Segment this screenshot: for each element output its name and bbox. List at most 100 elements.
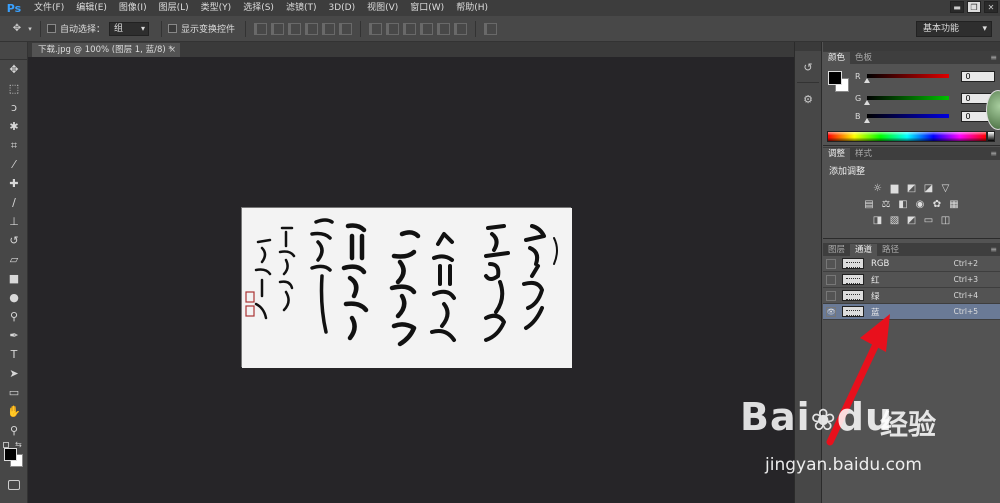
channel-mixer-icon[interactable]: ✿	[931, 198, 944, 210]
tool-preset-dropdown-icon[interactable]: ▾	[26, 21, 34, 37]
eraser-tool-icon[interactable]: ▱	[0, 250, 28, 269]
color-balance-icon[interactable]: ⚖	[880, 198, 893, 210]
distribute-top-button[interactable]	[369, 22, 383, 35]
lasso-tool-icon[interactable]: ↄ	[0, 98, 28, 117]
menu-item[interactable]: 文件(F)	[28, 0, 70, 16]
photo-filter-icon[interactable]: ◉	[914, 198, 927, 210]
tab-adjustments[interactable]: 调整	[823, 148, 851, 160]
visibility-toggle[interactable]	[826, 290, 836, 301]
magic-wand-tool-icon[interactable]: ✱	[0, 117, 28, 136]
document-tab[interactable]: 下载.jpg @ 100% (图层 1, 蓝/8) * ×	[32, 43, 180, 57]
channel-row[interactable]: 绿 Ctrl+4	[823, 288, 1000, 304]
slider-knob[interactable]	[863, 78, 870, 83]
align-top-button[interactable]	[254, 22, 268, 35]
tab-color[interactable]: 颜色	[823, 52, 851, 64]
menu-item[interactable]: 滤镜(T)	[280, 0, 323, 16]
auto-align-button[interactable]	[484, 22, 498, 35]
tab-paths[interactable]: 路径	[877, 244, 904, 256]
color-spectrum[interactable]	[827, 131, 987, 142]
black-white-icon[interactable]: ◧	[897, 198, 910, 210]
brush-tool-icon[interactable]: ∕	[0, 193, 28, 212]
visibility-toggle[interactable]	[826, 258, 836, 269]
move-tool-icon[interactable]: ✥	[8, 21, 26, 37]
hand-tool-icon[interactable]: ✋	[0, 402, 28, 421]
auto-select-checkbox[interactable]	[47, 24, 56, 33]
path-selection-tool-icon[interactable]: ➤	[0, 364, 28, 383]
properties-panel-icon[interactable]: ⚙	[797, 88, 819, 110]
brightness-contrast-icon[interactable]: ☼	[871, 182, 884, 194]
panels-grip[interactable]	[823, 42, 1000, 51]
menu-item[interactable]: 选择(S)	[237, 0, 280, 16]
menu-item[interactable]: 编辑(E)	[70, 0, 113, 16]
align-hcenter-button[interactable]	[322, 22, 336, 35]
tab-layers[interactable]: 图层	[823, 244, 850, 256]
align-left-button[interactable]	[305, 22, 319, 35]
type-tool-icon[interactable]: T	[0, 345, 28, 364]
panel-menu-icon[interactable]: ≡	[990, 245, 997, 254]
distribute-bottom-button[interactable]	[403, 22, 417, 35]
distribute-vcenter-button[interactable]	[386, 22, 400, 35]
slider-knob[interactable]	[863, 118, 870, 123]
distribute-hcenter-button[interactable]	[437, 22, 451, 35]
invert-icon[interactable]: ◨	[871, 214, 884, 226]
foreground-color-swatch[interactable]	[4, 448, 17, 461]
tools-panel-grip[interactable]	[0, 42, 27, 60]
panel-menu-icon[interactable]: ≡	[990, 149, 997, 158]
auto-select-dropdown[interactable]: 组	[109, 21, 150, 36]
move-tool-icon[interactable]: ✥	[0, 60, 28, 79]
threshold-icon[interactable]: ◩	[905, 214, 918, 226]
color-spectrum-bw[interactable]	[987, 131, 995, 142]
distribute-left-button[interactable]	[420, 22, 434, 35]
color-lookup-icon[interactable]: ▦	[948, 198, 961, 210]
menu-item[interactable]: 视图(V)	[361, 0, 404, 16]
distribute-right-button[interactable]	[454, 22, 468, 35]
menu-item[interactable]: 类型(Y)	[195, 0, 238, 16]
restore-button[interactable]: ❐	[967, 1, 981, 13]
channel-row[interactable]: 红 Ctrl+3	[823, 272, 1000, 288]
visibility-toggle[interactable]	[826, 274, 836, 285]
gradient-tool-icon[interactable]: ■	[0, 269, 28, 288]
clone-stamp-tool-icon[interactable]: ⊥	[0, 212, 28, 231]
slider-track-b[interactable]	[863, 114, 950, 123]
align-bottom-button[interactable]	[288, 22, 302, 35]
tab-swatches[interactable]: 色板	[850, 52, 877, 64]
slider-track-r[interactable]	[863, 74, 950, 83]
quick-mask-icon[interactable]	[7, 480, 20, 490]
blur-tool-icon[interactable]: ●	[0, 288, 28, 307]
gradient-map-icon[interactable]: ▭	[922, 214, 935, 226]
slider-value-r[interactable]: 0	[961, 70, 996, 82]
healing-brush-tool-icon[interactable]: ✚	[0, 174, 28, 193]
align-right-button[interactable]	[339, 22, 353, 35]
pen-tool-icon[interactable]: ✒	[0, 326, 28, 345]
marquee-tool-icon[interactable]: ⬚	[0, 79, 28, 98]
curves-icon[interactable]: ◩	[905, 182, 918, 194]
history-brush-tool-icon[interactable]: ↺	[0, 231, 28, 250]
show-transform-checkbox[interactable]	[168, 24, 178, 33]
vibrance-icon[interactable]: ▽	[939, 182, 952, 194]
menu-item[interactable]: 帮助(H)	[450, 0, 494, 16]
posterize-icon[interactable]: ▧	[888, 214, 901, 226]
close-tab-icon[interactable]: ×	[169, 43, 176, 57]
color-panel-foreground-swatch[interactable]	[828, 71, 842, 85]
minimize-button[interactable]: ▬	[950, 1, 964, 13]
dodge-tool-icon[interactable]: ⚲	[0, 307, 28, 326]
slider-track-g[interactable]	[863, 96, 950, 105]
levels-icon[interactable]: ▆	[888, 182, 901, 194]
workspace-dropdown[interactable]: 基本功能	[916, 21, 992, 37]
hue-saturation-icon[interactable]: ▤	[863, 198, 876, 210]
crop-tool-icon[interactable]: ⌗	[0, 136, 28, 155]
menu-item[interactable]: 3D(D)	[322, 0, 361, 16]
dock-grip[interactable]	[795, 42, 821, 51]
rectangle-tool-icon[interactable]: ▭	[0, 383, 28, 402]
panel-menu-icon[interactable]: ≡	[990, 53, 997, 62]
tab-channels[interactable]: 通道	[850, 244, 878, 256]
history-panel-icon[interactable]: ↺	[797, 56, 819, 78]
close-button[interactable]: ✕	[984, 1, 998, 13]
eyedropper-tool-icon[interactable]: ⁄	[0, 155, 28, 174]
menu-item[interactable]: 图层(L)	[153, 0, 195, 16]
canvas-area[interactable]	[28, 57, 794, 503]
selective-color-icon[interactable]: ◫	[939, 214, 952, 226]
channel-row[interactable]: RGB Ctrl+2	[823, 256, 1000, 272]
menu-item[interactable]: 窗口(W)	[404, 0, 450, 16]
align-vcenter-button[interactable]	[271, 22, 285, 35]
